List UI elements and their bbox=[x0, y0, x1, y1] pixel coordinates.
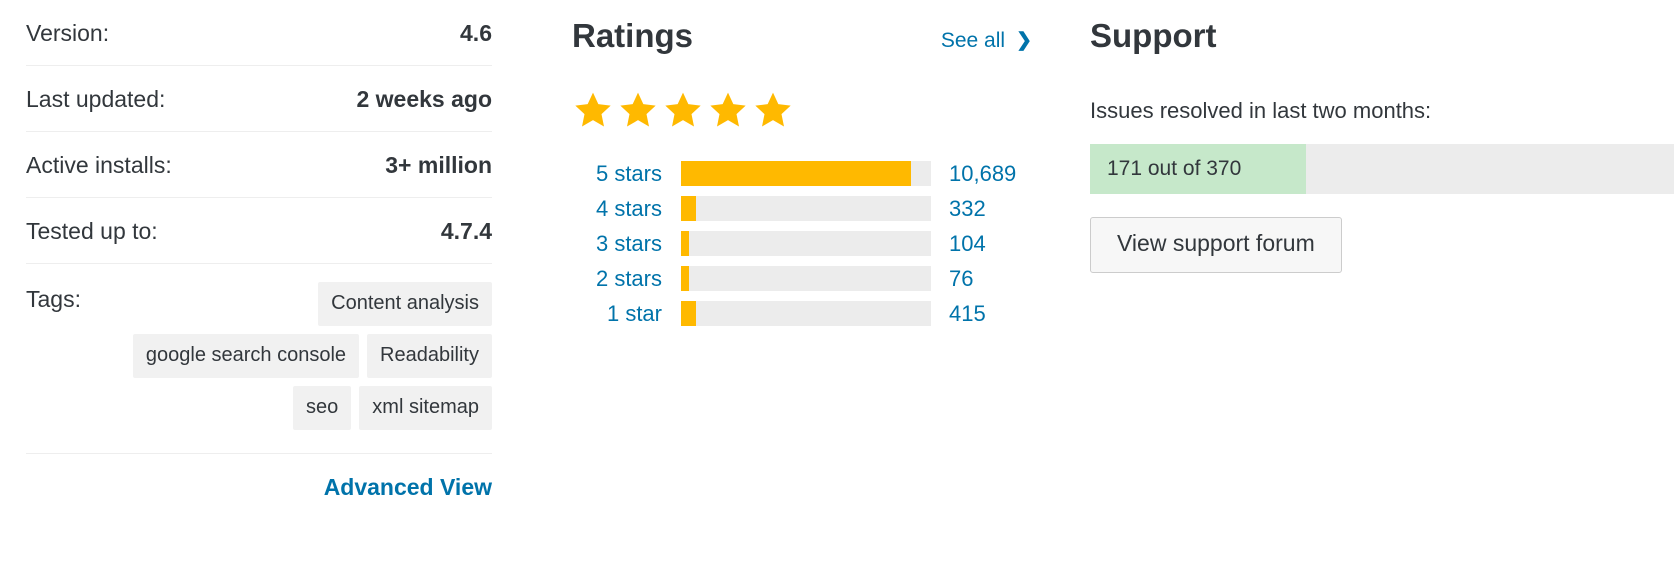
star-icon bbox=[620, 92, 656, 127]
rating-count-1-star[interactable]: 415 bbox=[931, 301, 986, 327]
rating-label-1-star[interactable]: 1 star bbox=[572, 301, 672, 327]
rating-label-4-stars[interactable]: 4 stars bbox=[572, 196, 672, 222]
tag-xml-sitemap[interactable]: xml sitemap bbox=[359, 386, 492, 430]
rating-count-3-stars[interactable]: 104 bbox=[931, 231, 986, 257]
rating-breakdown-list: 5 stars 10,689 4 stars 332 3 stars 104 2… bbox=[572, 156, 1032, 331]
rating-bar-fill-5-stars bbox=[681, 161, 911, 186]
star-icon bbox=[755, 92, 791, 127]
meta-value-active-installs: 3+ million bbox=[385, 152, 492, 178]
issues-resolved-bar-track: 171 out of 370 bbox=[1090, 144, 1674, 195]
star-icon bbox=[665, 92, 701, 127]
rating-count-5-stars[interactable]: 10,689 bbox=[931, 161, 1016, 187]
rating-row-3-stars: 3 stars 104 bbox=[572, 226, 1032, 261]
rating-bar-fill-3-stars bbox=[681, 231, 689, 256]
plugin-meta-column: Version: 4.6 Last updated: 2 weeks ago A… bbox=[26, 0, 492, 501]
ratings-header: Ratings See all ❯ bbox=[572, 0, 1032, 72]
meta-label-last-updated: Last updated: bbox=[26, 86, 166, 112]
ratings-title: Ratings bbox=[572, 17, 694, 54]
see-all-label: See all bbox=[940, 29, 1006, 52]
rating-bar-fill-2-stars bbox=[681, 266, 689, 291]
meta-row-last-updated: Last updated: 2 weeks ago bbox=[26, 66, 492, 132]
rating-row-4-stars: 4 stars 332 bbox=[572, 191, 1032, 226]
rating-row-1-star: 1 star 415 bbox=[572, 296, 1032, 331]
rating-bar-fill-4-stars bbox=[681, 196, 696, 221]
see-all-ratings-link[interactable]: See all ❯ bbox=[941, 29, 1032, 53]
meta-row-version: Version: 4.6 bbox=[26, 0, 492, 66]
chevron-right-icon: ❯ bbox=[1016, 29, 1032, 51]
support-subtitle: Issues resolved in last two months: bbox=[1090, 98, 1432, 123]
meta-row-tested-up-to: Tested up to: 4.7.4 bbox=[26, 198, 492, 264]
meta-label-tested-up-to: Tested up to: bbox=[26, 218, 158, 244]
ratings-column: Ratings See all ❯ 5 stars 10,689 4 stars… bbox=[572, 0, 1032, 331]
meta-label-active-installs: Active installs: bbox=[26, 152, 172, 178]
rating-row-2-stars: 2 stars 76 bbox=[572, 261, 1032, 296]
meta-row-tags: Tags: Content analysis google search con… bbox=[26, 264, 492, 454]
tag-list: Content analysis google search console R… bbox=[81, 282, 492, 431]
rating-label-2-stars[interactable]: 2 stars bbox=[572, 266, 672, 292]
meta-value-tested-up-to: 4.7.4 bbox=[440, 218, 492, 244]
rating-bar-track-1-star bbox=[681, 301, 931, 326]
average-rating-stars bbox=[572, 86, 1032, 134]
star-icon bbox=[575, 92, 611, 127]
advanced-view-link[interactable]: Advanced View bbox=[324, 474, 492, 500]
issues-resolved-bar-label: 171 out of 370 bbox=[1107, 157, 1242, 181]
rating-row-5-stars: 5 stars 10,689 bbox=[572, 156, 1032, 191]
rating-label-3-stars[interactable]: 3 stars bbox=[572, 231, 672, 257]
meta-row-active-installs: Active installs: 3+ million bbox=[26, 132, 492, 198]
tag-google-search-console[interactable]: google search console bbox=[132, 334, 360, 378]
meta-label-tags: Tags: bbox=[26, 286, 81, 312]
view-support-forum-button[interactable]: View support forum bbox=[1090, 217, 1342, 273]
support-title: Support bbox=[1090, 17, 1217, 54]
meta-label-version: Version: bbox=[26, 20, 110, 46]
meta-value-last-updated: 2 weeks ago bbox=[356, 86, 492, 112]
star-icon bbox=[710, 92, 746, 127]
rating-bar-fill-1-star bbox=[681, 301, 696, 326]
advanced-view-row: Advanced View bbox=[26, 454, 492, 501]
support-column: Support Issues resolved in last two mont… bbox=[1090, 0, 1674, 273]
rating-label-5-stars[interactable]: 5 stars bbox=[572, 161, 672, 187]
tag-seo[interactable]: seo bbox=[293, 386, 352, 430]
rating-count-2-stars[interactable]: 76 bbox=[931, 266, 973, 292]
meta-value-version: 4.6 bbox=[460, 20, 492, 46]
plugin-sidebar-panel: Version: 4.6 Last updated: 2 weeks ago A… bbox=[0, 0, 1674, 582]
rating-bar-track-2-stars bbox=[681, 266, 931, 291]
rating-bar-track-4-stars bbox=[681, 196, 931, 221]
rating-bar-track-5-stars bbox=[681, 161, 931, 186]
tag-content-analysis[interactable]: Content analysis bbox=[318, 282, 492, 326]
rating-bar-track-3-stars bbox=[681, 231, 931, 256]
rating-count-4-stars[interactable]: 332 bbox=[931, 196, 986, 222]
tag-readability[interactable]: Readability bbox=[367, 334, 492, 378]
